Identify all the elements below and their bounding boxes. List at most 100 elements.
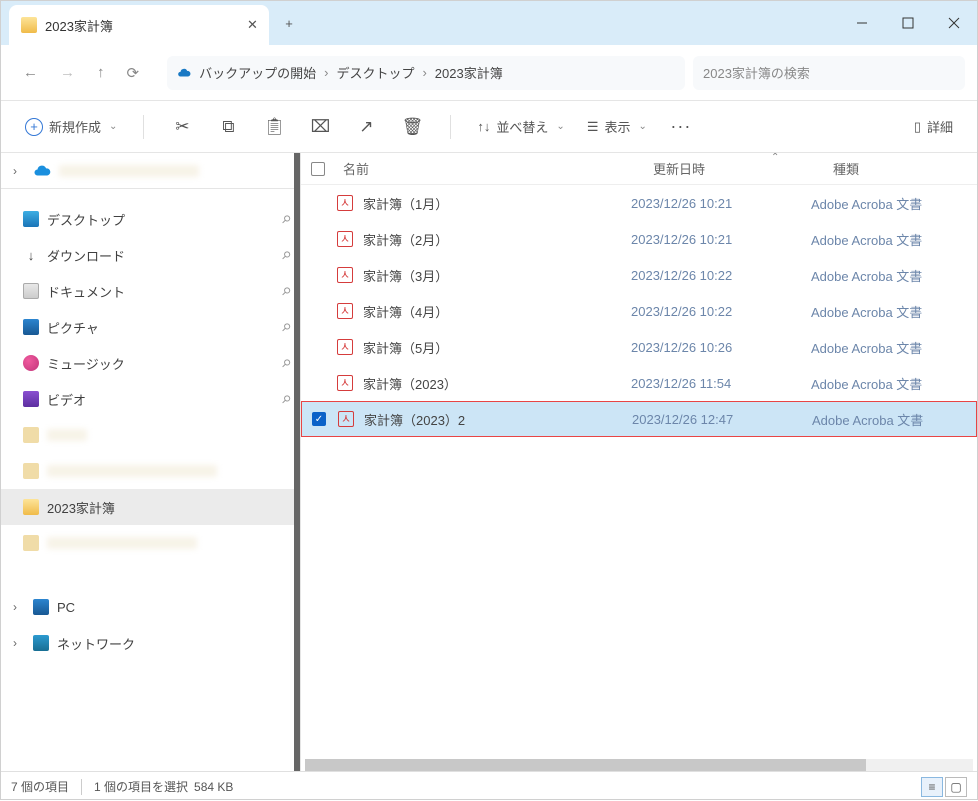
sidebar-item-blur[interactable] (1, 525, 300, 561)
sidebar-item-label: デスクトップ (47, 210, 125, 229)
paste-button[interactable]: 📋︎ (254, 117, 294, 137)
pdf-icon: 人 (337, 339, 353, 355)
folder-icon (23, 463, 39, 479)
titlebar: 2023家計簿 ✕ + (1, 1, 977, 45)
file-row[interactable]: 人家計簿（1月）2023/12/26 10:21Adobe Acroba 文書 (301, 185, 977, 221)
sidebar-onedrive[interactable]: › (1, 153, 300, 189)
file-name: 家計簿（4月） (363, 302, 448, 321)
window-tab[interactable]: 2023家計簿 ✕ (9, 5, 269, 45)
scrollbar-thumb[interactable] (305, 759, 866, 771)
blurred-text (47, 429, 87, 441)
up-button[interactable]: ↑ (97, 64, 105, 82)
delete-button[interactable]: 🗑︎ (392, 117, 432, 137)
file-row[interactable]: 人家計簿（2月）2023/12/26 10:21Adobe Acroba 文書 (301, 221, 977, 257)
file-row[interactable]: ✓人家計簿（2023）22023/12/26 12:47Adobe Acroba… (301, 401, 977, 437)
address-bar: ← → ↑ ⟳ バックアップの開始 › デスクトップ › 2023家計簿 202… (1, 45, 977, 101)
column-date[interactable]: 更新日時 (647, 159, 827, 178)
back-button[interactable]: ← (23, 64, 38, 82)
file-date: 2023/12/26 10:26 (631, 340, 811, 355)
thumbnail-view-toggle[interactable]: ▢ (945, 777, 967, 797)
new-button[interactable]: + 新規作成 ⌄ (17, 110, 125, 144)
sidebar-item-document[interactable]: ドキュメント⚲ (1, 273, 300, 309)
network-icon (33, 635, 49, 651)
details-view-toggle[interactable]: ≡ (921, 777, 943, 797)
pin-icon: ⚲ (279, 248, 294, 263)
refresh-button[interactable]: ⟳ (127, 64, 140, 82)
chevron-right-icon: › (13, 636, 25, 650)
sidebar-item-blur[interactable] (1, 417, 300, 453)
pin-icon: ⚲ (279, 356, 294, 371)
pin-icon: ⚲ (279, 392, 294, 407)
file-date: 2023/12/26 10:22 (631, 268, 811, 283)
column-name[interactable]: 名前 (337, 159, 647, 178)
separator (81, 779, 82, 795)
sidebar-item-label: ピクチャ (47, 318, 99, 337)
file-date: 2023/12/26 12:47 (632, 412, 812, 427)
file-row[interactable]: 人家計簿（5月）2023/12/26 10:26Adobe Acroba 文書 (301, 329, 977, 365)
breadcrumb-backup[interactable]: バックアップの開始 (199, 63, 316, 82)
new-tab-button[interactable]: + (273, 16, 305, 31)
close-tab-button[interactable]: ✕ (247, 17, 257, 33)
select-all-checkbox[interactable] (311, 162, 325, 176)
sidebar-item-label: ダウンロード (47, 246, 125, 265)
close-window-button[interactable] (931, 3, 977, 43)
sort-button[interactable]: ↑↓ 並べ替え ⌄ (469, 110, 572, 144)
file-type: Adobe Acroba 文書 (812, 410, 942, 429)
breadcrumb-item[interactable]: 2023家計簿 (435, 63, 503, 82)
pdf-icon: 人 (337, 231, 353, 247)
sidebar-item-music[interactable]: ミュージック ⚲ (1, 345, 300, 381)
sidebar-resizer[interactable] (294, 153, 300, 771)
row-checkbox[interactable]: ✓ (312, 412, 326, 426)
status-item-count: 7 個の項目 (11, 778, 69, 795)
separator (143, 115, 144, 139)
rename-button[interactable]: ⌧ (300, 117, 340, 137)
share-button[interactable]: ↗ (346, 117, 386, 137)
sidebar-pc[interactable]: › PC (1, 589, 300, 625)
file-row[interactable]: 人家計簿（3月）2023/12/26 10:22Adobe Acroba 文書 (301, 257, 977, 293)
view-button[interactable]: ☰ 表示 ⌄ (579, 110, 655, 144)
copy-button[interactable]: ⧉ (208, 117, 248, 137)
minimize-button[interactable] (839, 3, 885, 43)
blurred-text (59, 165, 199, 177)
maximize-button[interactable] (885, 3, 931, 43)
file-date: 2023/12/26 10:22 (631, 304, 811, 319)
view-icon: ☰ (587, 119, 599, 135)
separator (450, 115, 451, 139)
sidebar-item-picture[interactable]: ピクチャ⚲ (1, 309, 300, 345)
picture-icon (23, 319, 39, 335)
folder-icon (23, 499, 39, 515)
details-icon: ▯ (914, 119, 921, 135)
breadcrumb-item[interactable]: デスクトップ (336, 63, 414, 82)
sidebar-item-label: ミュージック (47, 354, 125, 373)
file-row[interactable]: 人家計簿（4月）2023/12/26 10:22Adobe Acroba 文書 (301, 293, 977, 329)
column-type[interactable]: 種類 (827, 159, 957, 178)
file-name: 家計簿（2月） (363, 230, 448, 249)
chevron-right-icon: › (422, 65, 426, 80)
music-icon (23, 355, 39, 371)
pin-icon: ⚲ (279, 284, 294, 299)
file-name: 家計簿（2023）2 (364, 410, 465, 429)
chevron-right-icon: › (13, 600, 25, 614)
details-button[interactable]: ▯ 詳細 (906, 110, 961, 144)
sidebar-item-download[interactable]: ↓ダウンロード⚲ (1, 237, 300, 273)
forward-button[interactable]: → (60, 64, 75, 82)
blurred-text (47, 537, 197, 549)
sidebar-item-blur[interactable] (1, 453, 300, 489)
new-label: 新規作成 (49, 117, 101, 136)
pdf-icon: 人 (337, 375, 353, 391)
chevron-down-icon: ⌄ (109, 121, 117, 132)
file-row[interactable]: 人家計簿（2023）2023/12/26 11:54Adobe Acroba 文… (301, 365, 977, 401)
pc-icon (33, 599, 49, 615)
cut-button[interactable]: ✂ (162, 117, 202, 137)
sidebar-item-video[interactable]: ビデオ⚲ (1, 381, 300, 417)
sort-indicator-icon: ⌃ (771, 153, 779, 163)
sidebar-item-desktop[interactable]: デスクトップ⚲ (1, 201, 300, 237)
search-input[interactable]: 2023家計簿の検索 (693, 56, 965, 90)
toolbar: + 新規作成 ⌄ ✂ ⧉ 📋︎ ⌧ ↗ 🗑︎ ↑↓ 並べ替え ⌄ ☰ 表示 ⌄ … (1, 101, 977, 153)
sidebar-network[interactable]: › ネットワーク (1, 625, 300, 661)
breadcrumb[interactable]: バックアップの開始 › デスクトップ › 2023家計簿 (167, 56, 685, 90)
onedrive-icon (33, 165, 51, 177)
sidebar-item-current-folder[interactable]: 2023家計簿 (1, 489, 300, 525)
horizontal-scrollbar[interactable] (305, 759, 973, 771)
more-button[interactable]: ··· (661, 116, 701, 137)
